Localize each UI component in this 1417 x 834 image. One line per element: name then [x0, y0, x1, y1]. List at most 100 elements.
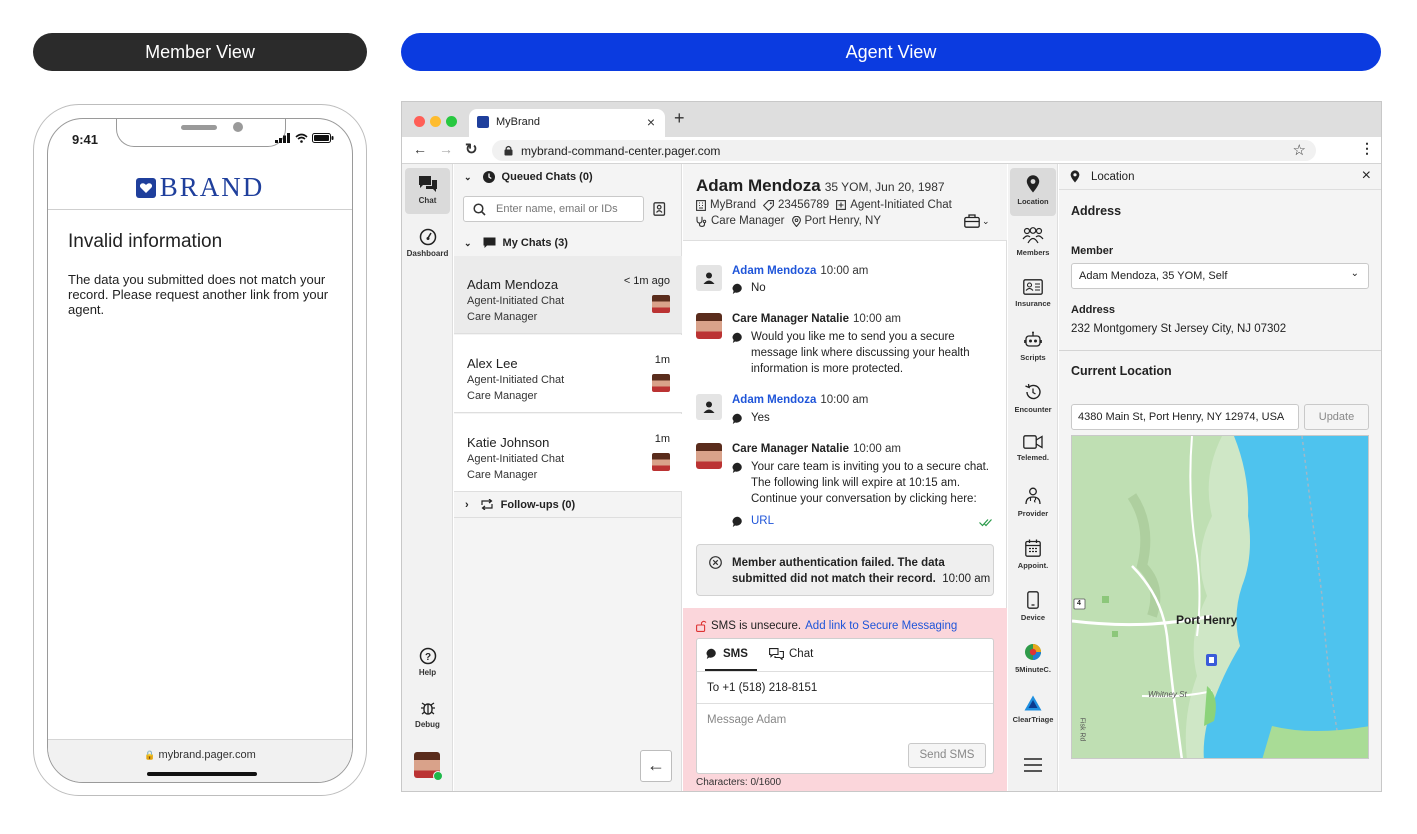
tool-insurance[interactable]: Insurance — [1010, 272, 1056, 320]
briefcase-menu-button[interactable]: ⌄ — [964, 214, 990, 228]
tool-provider[interactable]: Provider — [1010, 480, 1056, 528]
agent-app: Chat Dashboard ? Help Debug ⌄ Queued Cha… — [402, 164, 1381, 791]
chat-list-panel: ⌄ Queued Chats (0) Enter name, email or … — [454, 164, 682, 791]
nav-debug[interactable]: Debug — [405, 692, 450, 738]
hamburger-menu-icon[interactable] — [1024, 758, 1042, 772]
tab-chat[interactable]: Chat — [769, 648, 813, 660]
tool-device[interactable]: Device — [1010, 584, 1056, 632]
chat-item-role: Care Manager — [467, 311, 538, 323]
bookmark-star-icon[interactable]: ☆ — [1293, 141, 1306, 159]
message-author: Care Manager Natalie 10:00 am — [732, 443, 901, 455]
minimize-window-button[interactable] — [430, 116, 441, 127]
heart-shield-icon — [135, 177, 156, 198]
forward-arrow-icon[interactable]: → — [439, 141, 453, 157]
chevron-right-icon: › — [465, 498, 469, 511]
member-meta: 35 YOM, Jun 20, 1987 — [824, 180, 945, 194]
phone-url-text: mybrand.pager.com — [158, 749, 256, 761]
nav-help[interactable]: ? Help — [405, 640, 450, 686]
tab-close-icon[interactable]: × — [647, 114, 655, 130]
tool-label: Appoint. — [1017, 561, 1049, 570]
lock-icon — [504, 145, 513, 156]
error-circle-icon — [709, 556, 722, 569]
tool-members[interactable]: Members — [1010, 220, 1056, 268]
chat-item-avatar — [652, 453, 670, 471]
auth-time: 10:00 am — [942, 573, 991, 585]
location-map[interactable]: Port Henry Whitney St Fisk Rd 4 — [1071, 435, 1369, 759]
svg-text:?: ? — [424, 652, 430, 663]
followups-header[interactable]: › Follow-ups (0) — [454, 492, 682, 518]
my-chats-title: My Chats (3) — [502, 237, 568, 249]
repeat-icon — [481, 499, 493, 510]
close-icon[interactable]: × — [1362, 167, 1371, 185]
member-location: Port Henry, NY — [804, 215, 881, 227]
care-manager-avatar — [696, 313, 722, 339]
member-avatar — [696, 265, 722, 291]
nav-dashboard[interactable]: Dashboard — [405, 221, 450, 267]
queued-chats-header[interactable]: ⌄ Queued Chats (0) — [454, 164, 682, 190]
message-composer: SMS is unsecure. Add link to Secure Mess… — [683, 608, 1007, 791]
home-indicator[interactable] — [147, 772, 257, 776]
message-input[interactable]: Message Adam — [707, 714, 786, 726]
my-chats-header[interactable]: ⌄ My Chats (3) — [454, 230, 682, 256]
address-heading: Address — [1071, 204, 1122, 218]
reload-icon[interactable]: ↻ — [465, 140, 478, 158]
chat-item-role: Care Manager — [467, 390, 538, 402]
tool-encounter[interactable]: Encounter — [1010, 376, 1056, 424]
location-pin-icon — [1070, 170, 1080, 183]
add-secure-link[interactable]: Add link to Secure Messaging — [805, 620, 957, 632]
message-time: 10:00 am — [852, 443, 901, 455]
maximize-window-button[interactable] — [446, 116, 457, 127]
building-icon — [696, 199, 706, 211]
chat-bubble-icon — [706, 648, 716, 659]
agent-avatar[interactable] — [414, 752, 443, 781]
update-location-button[interactable]: Update — [1304, 404, 1369, 430]
contact-book-icon[interactable] — [653, 202, 666, 216]
nav-chat[interactable]: Chat — [405, 168, 450, 214]
recipient-field[interactable]: To +1 (518) 218-8151 — [707, 682, 817, 694]
chat-item-role: Care Manager — [467, 469, 538, 481]
browser-menu-icon[interactable]: ⋮ — [1360, 140, 1374, 157]
back-arrow-icon[interactable]: ← — [413, 141, 427, 157]
tool-scripts[interactable]: Scripts — [1010, 324, 1056, 372]
message-text: Your care team is inviting you to a secu… — [751, 461, 990, 505]
chevron-down-icon: ⌄ — [464, 171, 472, 182]
close-window-button[interactable] — [414, 116, 425, 127]
tool-5minuteconsult[interactable]: 5MinuteC. — [1010, 636, 1056, 684]
briefcase-icon — [964, 214, 980, 228]
member-view-label: Member View — [145, 41, 255, 62]
message-text: Would you like me to send you a secure m… — [751, 331, 970, 375]
wifi-icon — [295, 133, 308, 143]
tool-label: Device — [1020, 613, 1046, 622]
secure-link[interactable]: URL — [751, 513, 995, 529]
new-tab-icon[interactable]: + — [674, 108, 685, 129]
tool-telemed[interactable]: Telemed. — [1010, 428, 1056, 476]
send-sms-button[interactable]: Send SMS — [908, 743, 986, 768]
chat-list-item[interactable]: Alex Lee Agent-Initiated Chat Care Manag… — [454, 335, 682, 413]
tool-cleartriage[interactable]: ClearTriage — [1010, 688, 1056, 736]
map-route-label: 4 — [1077, 600, 1081, 607]
current-location-input[interactable]: 4380 Main St, Port Henry, NY 12974, USA — [1071, 404, 1299, 430]
phone-url-bar[interactable]: 🔒 mybrand.pager.com — [48, 749, 352, 761]
chat-bubble-icon — [483, 237, 496, 248]
chat-list-item[interactable]: Adam Mendoza Agent-Initiated Chat Care M… — [454, 256, 682, 334]
phone-clock: 9:41 — [72, 132, 99, 147]
chat-bubble-icon — [732, 462, 742, 473]
search-icon — [473, 203, 486, 216]
tool-location[interactable]: Location — [1010, 168, 1056, 216]
browser-tab[interactable]: MyBrand × — [469, 109, 665, 137]
address-bar: ← → ↻ mybrand-command-center.pager.com ☆… — [402, 137, 1381, 164]
chat-list-item[interactable]: Katie Johnson Agent-Initiated Chat Care … — [454, 414, 682, 492]
member-select[interactable]: Adam Mendoza, 35 YOM, Self ⌄ — [1071, 263, 1369, 289]
url-field[interactable]: mybrand-command-center.pager.com ☆ — [492, 140, 1316, 161]
chat-item-type: Agent-Initiated Chat — [467, 295, 565, 307]
tool-appointments[interactable]: Appoint. — [1010, 532, 1056, 580]
location-pin-icon — [1026, 175, 1040, 193]
search-input[interactable]: Enter name, email or IDs — [463, 196, 644, 222]
collapse-back-button[interactable]: ← — [640, 750, 672, 782]
agent-view-banner: Agent View — [401, 33, 1381, 71]
tab-sms[interactable]: SMS — [706, 648, 748, 660]
message-time: 10:00 am — [852, 313, 901, 325]
chat-bubble-icon — [732, 516, 742, 527]
message-time: 10:00 am — [820, 394, 869, 406]
browser-tabbar: MyBrand × + — [402, 102, 1381, 137]
